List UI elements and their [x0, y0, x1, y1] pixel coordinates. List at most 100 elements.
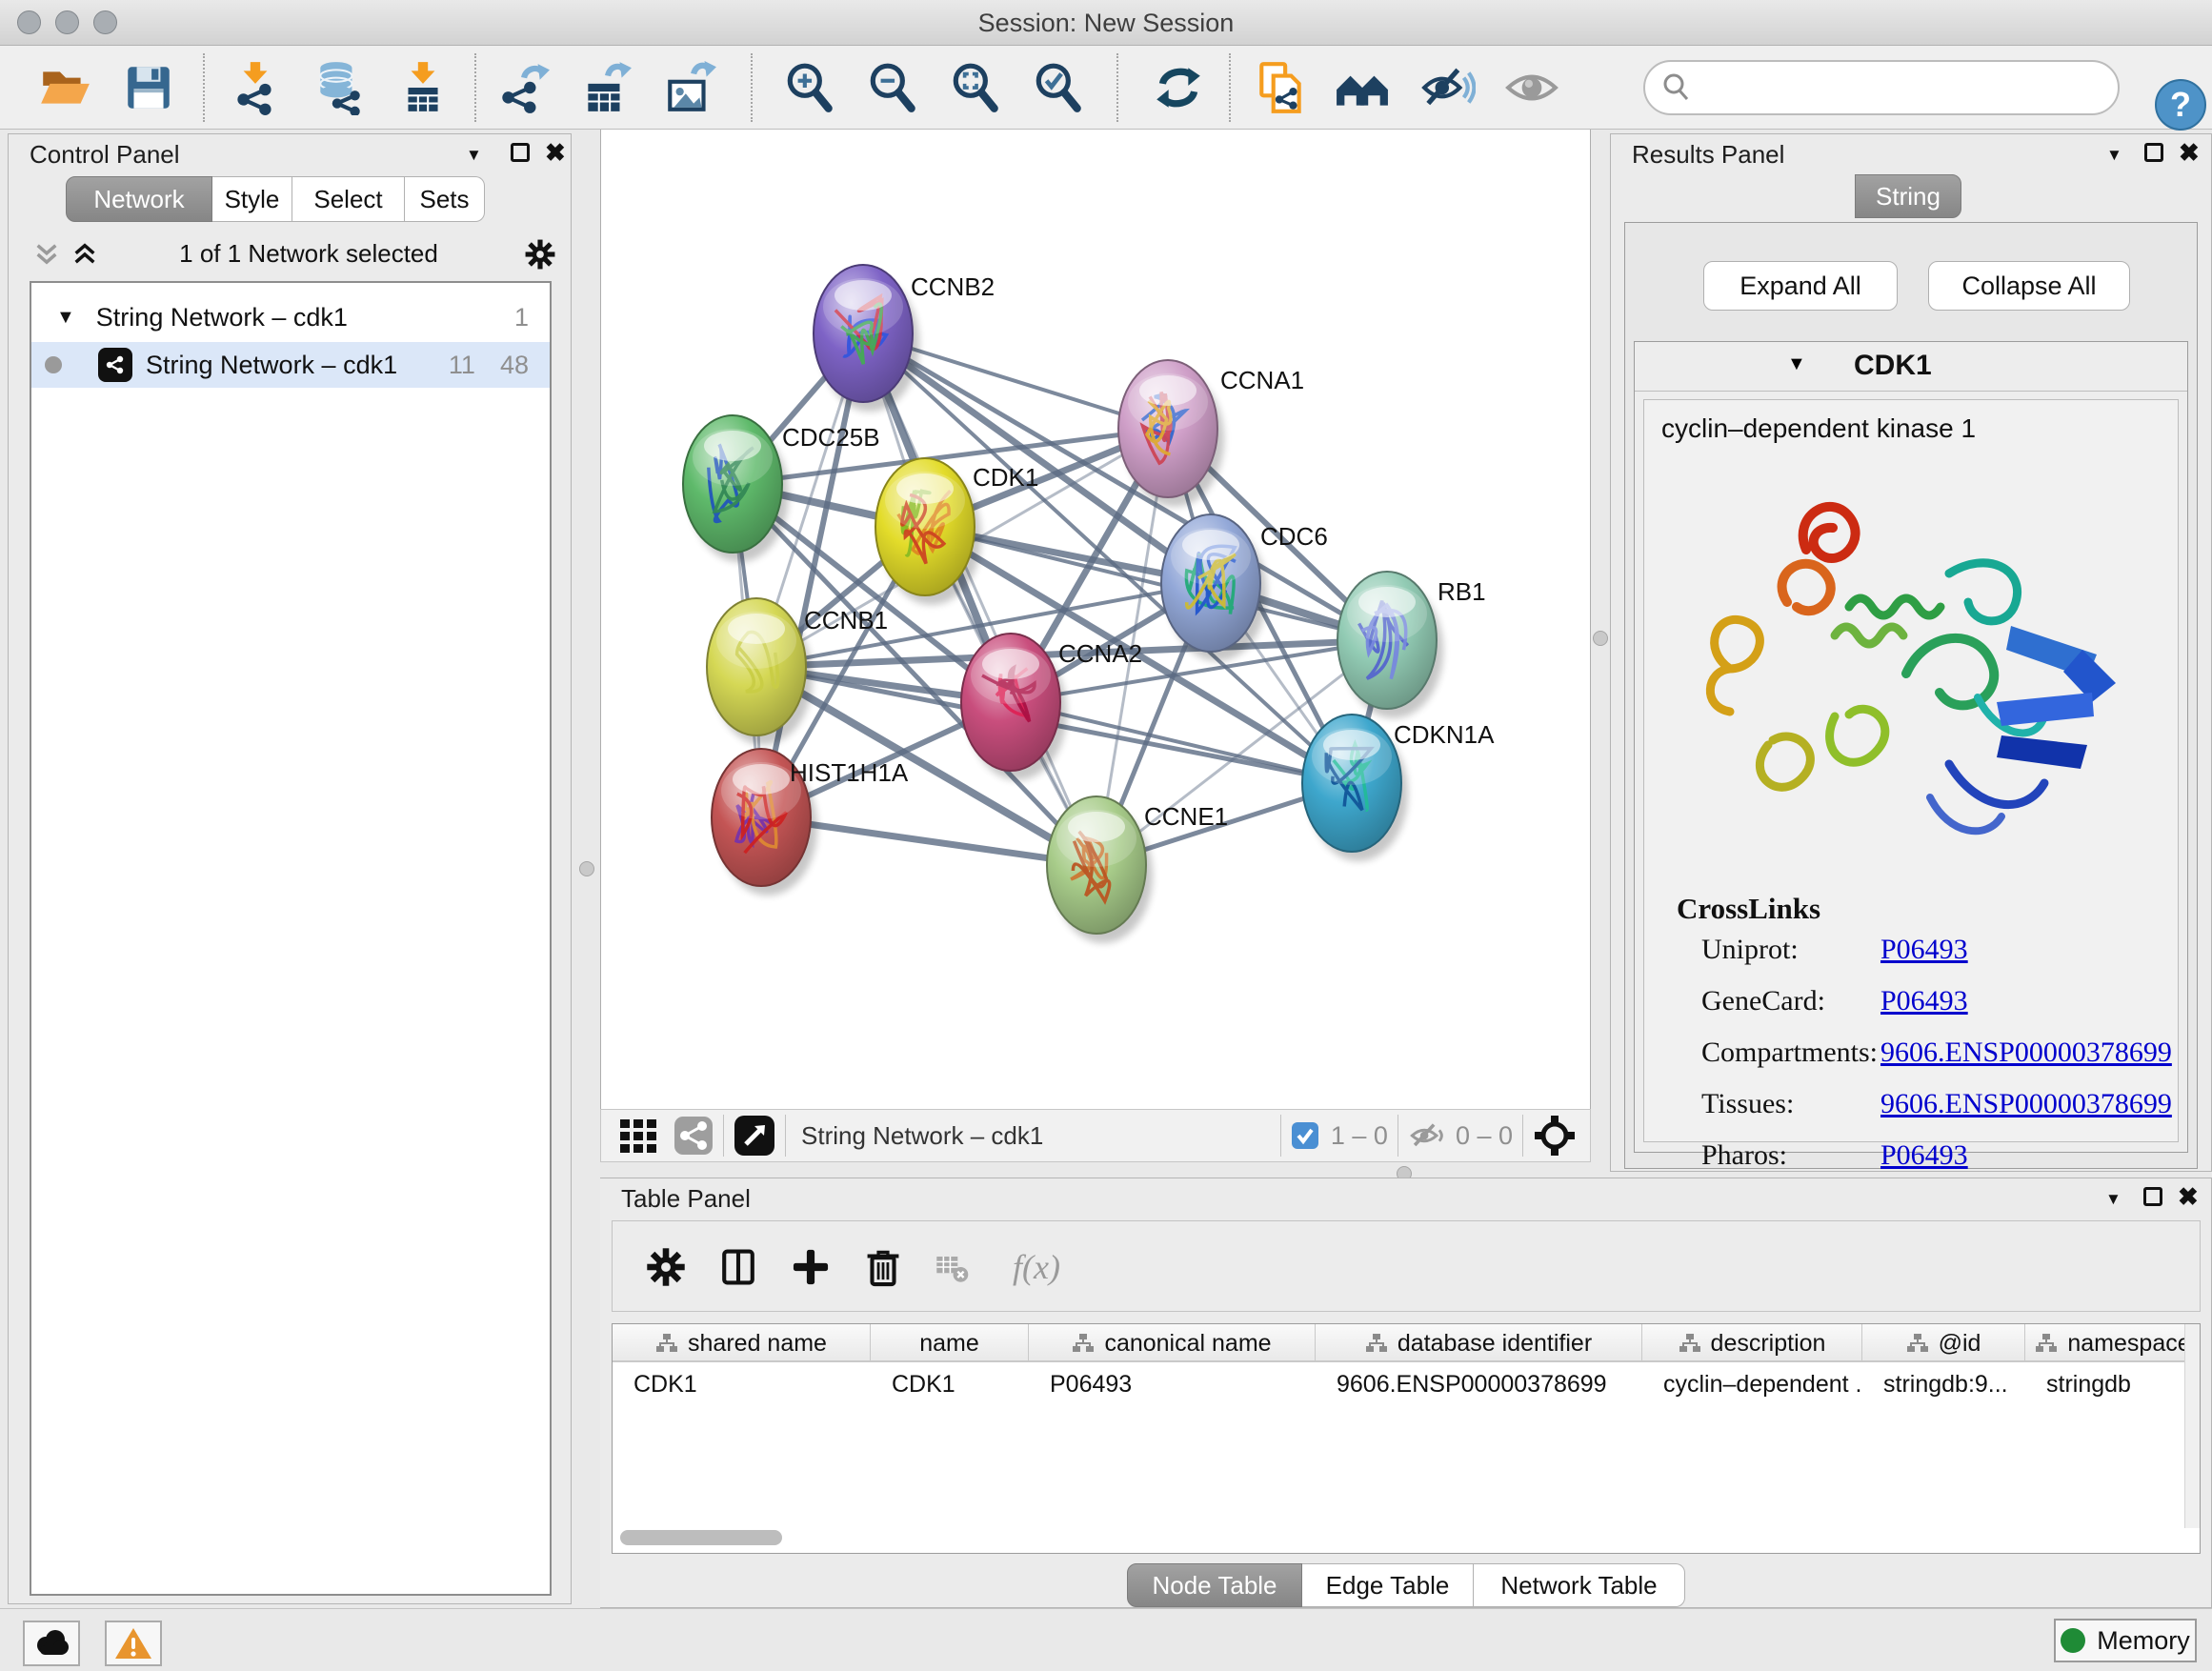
- table-vertical-scrollbar[interactable]: [2184, 1324, 2200, 1528]
- table-cell[interactable]: CDK1: [871, 1364, 1029, 1404]
- search-input[interactable]: [1700, 73, 2118, 103]
- refresh-view-button[interactable]: [1150, 59, 1207, 116]
- panel-float-icon[interactable]: [2144, 143, 2163, 162]
- table-cell[interactable]: P06493: [1029, 1364, 1316, 1404]
- selected-counts: 1 – 0: [1331, 1121, 1388, 1151]
- tab-network-table[interactable]: Network Table: [1474, 1563, 1685, 1607]
- gear-icon[interactable]: [523, 237, 557, 272]
- table-cell[interactable]: stringdb:9...: [1862, 1364, 2025, 1404]
- warning-status-button[interactable]: [105, 1621, 162, 1666]
- table-cell[interactable]: CDK1: [613, 1364, 871, 1404]
- network-label: String Network – cdk1: [146, 351, 397, 380]
- gene-name: CDK1: [1854, 350, 1932, 382]
- network-node-CDC6[interactable]: [1161, 514, 1267, 661]
- show-graphics-button[interactable]: [1503, 59, 1560, 116]
- network-node-RB1[interactable]: [1337, 572, 1443, 718]
- import-network-database-button[interactable]: [311, 59, 368, 116]
- column-header--id[interactable]: @id: [1862, 1324, 2025, 1362]
- network-collection-row[interactable]: ▼ String Network – cdk1 1: [31, 294, 550, 340]
- tab-network[interactable]: Network: [66, 176, 212, 222]
- network-node-CCNB2[interactable]: [814, 265, 919, 412]
- crosslink-label: Compartments:: [1701, 1037, 1878, 1069]
- delete-button[interactable]: [855, 1238, 912, 1296]
- crosslink-link[interactable]: P06493: [1880, 934, 1968, 966]
- table-row[interactable]: CDK1CDK1P064939606.ENSP00000378699cyclin…: [613, 1364, 2201, 1404]
- expand-all-icon[interactable]: [71, 241, 98, 268]
- network-node-CDKN1A[interactable]: [1302, 715, 1408, 861]
- panel-menu-caret-icon[interactable]: ▼: [2106, 146, 2122, 165]
- share-view-icon[interactable]: [674, 1116, 714, 1156]
- column-header-shared-name[interactable]: shared name: [613, 1324, 871, 1362]
- help-button[interactable]: ?: [2155, 79, 2206, 131]
- panel-menu-caret-icon[interactable]: ▼: [466, 146, 482, 165]
- disclosure-triangle-icon[interactable]: ▼: [56, 307, 75, 329]
- memory-indicator[interactable]: Memory: [2054, 1619, 2197, 1662]
- export-table-button[interactable]: [577, 59, 634, 116]
- network-canvas[interactable]: CCNB2 CCNA1 CDC25B CDK1: [600, 130, 1591, 1109]
- tab-style[interactable]: Style: [212, 176, 292, 222]
- export-network-button[interactable]: [493, 59, 551, 116]
- crosslink-link[interactable]: 9606.ENSP00000378699: [1880, 1037, 2172, 1069]
- panel-menu-caret-icon[interactable]: ▼: [2105, 1190, 2122, 1209]
- save-session-button[interactable]: [120, 59, 177, 116]
- column-header-database-identifier[interactable]: database identifier: [1316, 1324, 1642, 1362]
- crosslink-link[interactable]: P06493: [1880, 1139, 1968, 1172]
- birds-eye-view-icon[interactable]: [734, 1115, 775, 1157]
- string-home-button[interactable]: [1334, 59, 1391, 116]
- panel-close-icon[interactable]: ✖: [2179, 138, 2200, 168]
- zoom-out-button[interactable]: [864, 59, 921, 116]
- import-table-file-button[interactable]: [394, 59, 452, 116]
- hide-graphics-button[interactable]: [1419, 59, 1477, 116]
- column-header-canonical-name[interactable]: canonical name: [1029, 1324, 1316, 1362]
- crosslink-link[interactable]: 9606.ENSP00000378699: [1880, 1088, 2172, 1120]
- column-header-description[interactable]: description: [1642, 1324, 1862, 1362]
- column-header-namespace[interactable]: namespace: [2025, 1324, 2201, 1362]
- tab-select[interactable]: Select: [292, 176, 405, 222]
- cloud-status-button[interactable]: [23, 1621, 80, 1666]
- center-view-icon[interactable]: [1533, 1114, 1577, 1158]
- export-image-button[interactable]: [661, 59, 718, 116]
- node-table[interactable]: shared namename canonical name database …: [612, 1323, 2201, 1554]
- network-node-CCNE1[interactable]: [1047, 796, 1153, 943]
- grid-view-icon[interactable]: [618, 1116, 658, 1156]
- table-cell[interactable]: cyclin–dependent ...: [1642, 1364, 1862, 1404]
- zoom-selected-button[interactable]: [1030, 59, 1087, 116]
- tab-string[interactable]: String: [1855, 174, 1961, 218]
- zoom-fit-icon: [948, 60, 1003, 115]
- import-network-file-button[interactable]: [227, 59, 284, 116]
- tab-node-table[interactable]: Node Table: [1127, 1563, 1302, 1607]
- disclosure-triangle-icon[interactable]: ▼: [1787, 353, 1806, 375]
- network-node-CCNB1[interactable]: [707, 598, 813, 745]
- table-settings-button[interactable]: [637, 1238, 694, 1296]
- zoom-fit-button[interactable]: [947, 59, 1004, 116]
- collapse-all-icon[interactable]: [33, 241, 60, 268]
- table-horizontal-scrollbar[interactable]: [620, 1530, 782, 1545]
- add-column-button[interactable]: [782, 1238, 839, 1296]
- collapse-all-button[interactable]: Collapse All: [1928, 261, 2130, 311]
- crosslink-link[interactable]: P06493: [1880, 985, 1968, 1017]
- show-columns-button[interactable]: [710, 1238, 767, 1296]
- duplicate-network-button[interactable]: [1253, 59, 1310, 116]
- network-row-selected[interactable]: String Network – cdk1 11 48: [31, 342, 550, 388]
- network-graph[interactable]: CCNB2 CCNA1 CDC25B CDK1: [601, 130, 1592, 1109]
- control-panel: Control Panel ▼ ✖ Network Style Select S…: [8, 133, 572, 1604]
- open-session-button[interactable]: [36, 59, 93, 116]
- table-cell[interactable]: stringdb: [2025, 1364, 2201, 1404]
- column-header-name[interactable]: name: [871, 1324, 1029, 1362]
- right-splitter-handle[interactable]: [1593, 631, 1608, 646]
- export-network-icon: [494, 60, 550, 115]
- tab-sets[interactable]: Sets: [405, 176, 485, 222]
- panel-close-icon[interactable]: ✖: [545, 138, 566, 168]
- panel-float-icon[interactable]: [2143, 1187, 2162, 1206]
- expand-all-button[interactable]: Expand All: [1703, 261, 1898, 311]
- table-cell[interactable]: 9606.ENSP00000378699: [1316, 1364, 1642, 1404]
- panel-float-icon[interactable]: [511, 143, 530, 162]
- hidden-eye-icon[interactable]: [1408, 1117, 1446, 1155]
- panel-close-icon[interactable]: ✖: [2178, 1182, 2199, 1212]
- crosslink-row: GeneCard: P06493: [1644, 985, 2178, 1037]
- gene-section-header[interactable]: ▼ CDK1: [1635, 342, 2187, 392]
- tab-edge-table[interactable]: Edge Table: [1302, 1563, 1474, 1607]
- zoom-in-button[interactable]: [781, 59, 838, 116]
- left-splitter-handle[interactable]: [579, 861, 594, 876]
- selected-checkbox-icon[interactable]: [1291, 1121, 1319, 1150]
